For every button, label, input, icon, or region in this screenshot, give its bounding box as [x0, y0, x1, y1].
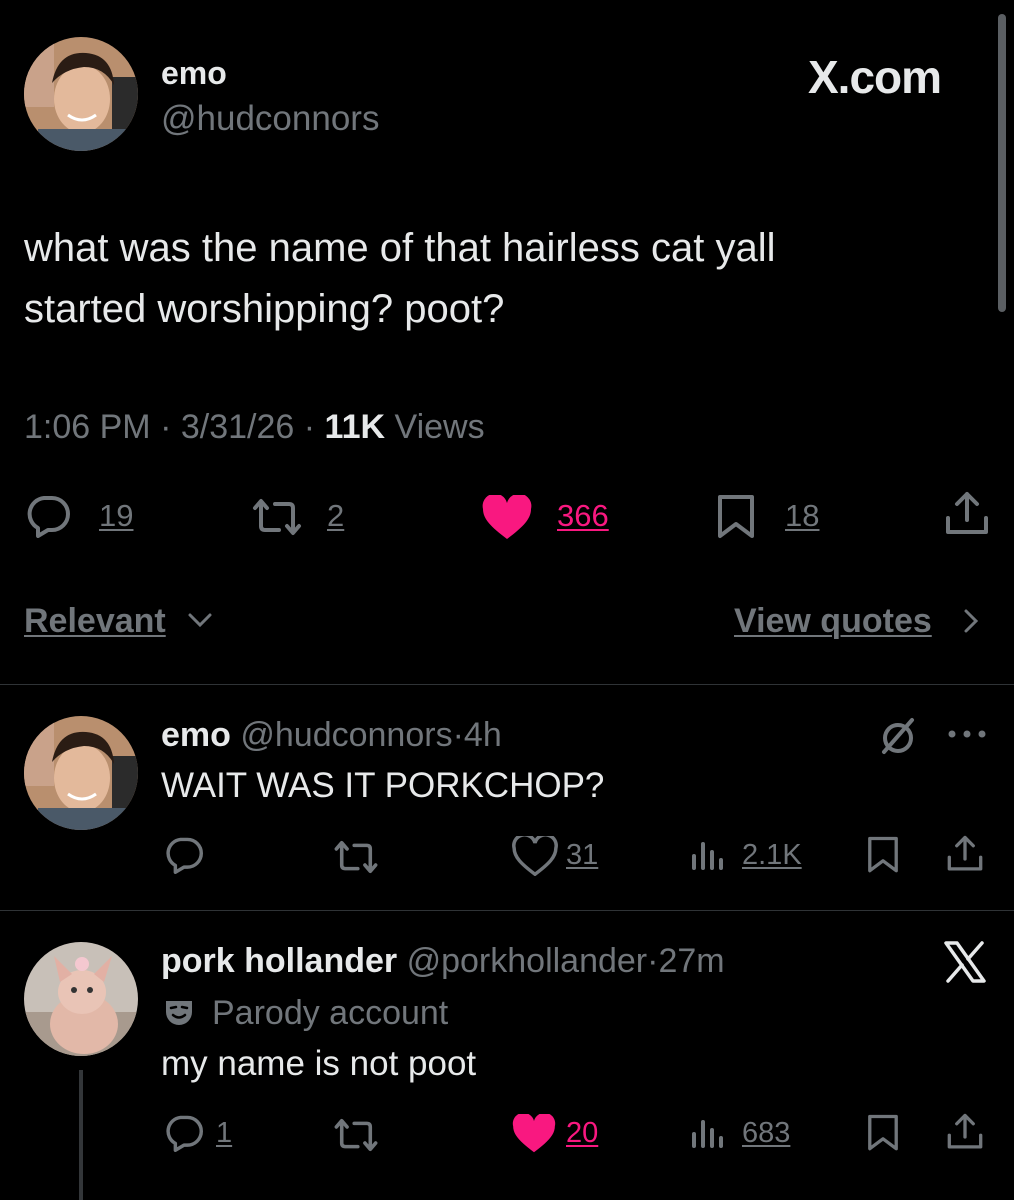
meta-separator: · [452, 716, 464, 754]
view-quotes-link[interactable]: View quotes [734, 600, 932, 642]
brand-label: X.com [808, 51, 942, 103]
author-name[interactable]: emo [161, 53, 227, 93]
parody-label: Parody account [212, 994, 449, 1032]
thread-line [79, 1070, 83, 1200]
views-icon[interactable] [690, 838, 726, 872]
share-icon[interactable] [946, 1112, 984, 1152]
bookmark-icon[interactable] [866, 836, 900, 874]
sort-dropdown[interactable]: Relevant [24, 600, 166, 642]
post-meta: 1:06 PM · 3/31/26 · 11K Views [24, 406, 485, 448]
divider [0, 684, 1014, 685]
heart-icon[interactable] [511, 1114, 557, 1154]
views-label: Views [394, 408, 485, 446]
divider [0, 910, 1014, 911]
reply-count[interactable]: 19 [99, 496, 133, 536]
reply-text: WAIT WAS IT PORKCHOP? [161, 766, 605, 805]
avatar-reply-1[interactable] [24, 716, 138, 830]
chevron-down-icon[interactable] [186, 610, 214, 630]
avatar-main[interactable] [24, 37, 138, 151]
reply-author-name[interactable]: pork hollander [161, 942, 397, 980]
avatar-reply-2[interactable] [24, 942, 138, 1056]
views-count: 11K [324, 408, 386, 446]
post-time[interactable]: 1:06 PM [24, 408, 151, 446]
reply-author-handle[interactable]: @hudconnors [240, 716, 452, 754]
repost-icon[interactable] [249, 498, 305, 536]
reply-time[interactable]: 27m [658, 942, 724, 980]
reply-author-name[interactable]: emo [161, 716, 231, 754]
parody-mask-icon [163, 998, 195, 1028]
bookmark-icon[interactable] [866, 1114, 900, 1152]
repost-icon[interactable] [331, 840, 381, 874]
reply-author-handle[interactable]: @porkhollander [407, 942, 648, 980]
reply-text: my name is not poot [161, 1044, 477, 1083]
share-icon[interactable] [944, 490, 990, 538]
heart-icon[interactable] [481, 495, 533, 541]
views-count[interactable]: 683 [742, 1114, 790, 1152]
post-date[interactable]: 3/31/26 [181, 408, 294, 446]
reply-icon[interactable] [24, 494, 72, 538]
like-count[interactable]: 31 [566, 836, 598, 874]
reply-header: emo @hudconnors·4h [161, 714, 502, 756]
views-icon[interactable] [690, 1116, 726, 1150]
post-text-line2: started worshipping? poot? [24, 287, 505, 331]
x-logo-icon[interactable] [943, 941, 987, 983]
scrollbar[interactable] [998, 14, 1006, 312]
grok-icon[interactable] [878, 716, 918, 756]
like-count[interactable]: 20 [566, 1114, 598, 1152]
author-handle[interactable]: @hudconnors [161, 98, 379, 140]
repost-icon[interactable] [331, 1118, 381, 1152]
meta-separator: · [160, 408, 172, 446]
meta-separator: · [303, 408, 316, 446]
repost-count[interactable]: 2 [327, 496, 344, 536]
reply-icon[interactable] [163, 836, 205, 874]
heart-icon[interactable] [512, 836, 558, 876]
bookmark-icon[interactable] [716, 494, 756, 540]
post-text-line1: what was the name of that hairless cat y… [24, 226, 776, 270]
meta-separator: · [647, 942, 659, 980]
reply-header: pork hollander @porkhollander·27m [161, 940, 725, 982]
share-icon[interactable] [946, 834, 984, 874]
chevron-right-icon[interactable] [960, 606, 982, 636]
more-icon[interactable] [946, 728, 988, 740]
reply-count[interactable]: 1 [216, 1114, 232, 1152]
like-count[interactable]: 366 [557, 496, 609, 536]
reply-time[interactable]: 4h [464, 716, 502, 754]
bookmark-count[interactable]: 18 [785, 496, 819, 536]
reply-icon[interactable] [163, 1114, 205, 1152]
views-count[interactable]: 2.1K [742, 836, 802, 874]
